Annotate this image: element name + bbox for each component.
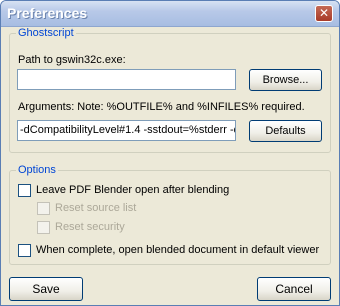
arguments-input[interactable]: -dCompatibilityLevel#1.4 -sstdout=%stder… — [17, 120, 236, 141]
reset-security-label: Reset security — [55, 221, 125, 233]
path-label: Path to gswin32c.exe: — [18, 54, 126, 66]
save-button[interactable]: Save — [9, 277, 83, 301]
reset-security-checkbox — [37, 221, 50, 234]
leave-open-label[interactable]: Leave PDF Blender open after blending — [36, 184, 229, 196]
window-title: Preferences — [7, 5, 88, 21]
ghostscript-legend: Ghostscript — [18, 27, 74, 39]
browse-button[interactable]: Browse... — [249, 69, 322, 91]
cancel-button[interactable]: Cancel — [257, 277, 331, 301]
arguments-label: Arguments: Note: %OUTFILE% and %INFILES%… — [18, 101, 305, 113]
open-viewer-label[interactable]: When complete, open blended document in … — [36, 244, 319, 256]
reset-source-label: Reset source list — [55, 202, 137, 214]
reset-source-checkbox — [37, 202, 50, 215]
options-legend: Options — [18, 164, 56, 176]
title-bar[interactable]: Preferences ✕ — [1, 1, 339, 27]
preferences-dialog: Preferences ✕ Ghostscript Path to gswin3… — [0, 0, 340, 306]
close-icon: ✕ — [318, 6, 330, 20]
defaults-button[interactable]: Defaults — [249, 120, 322, 142]
leave-open-checkbox[interactable] — [18, 184, 31, 197]
open-viewer-checkbox[interactable] — [18, 244, 31, 257]
close-button[interactable]: ✕ — [315, 5, 333, 22]
path-input[interactable] — [17, 69, 236, 90]
